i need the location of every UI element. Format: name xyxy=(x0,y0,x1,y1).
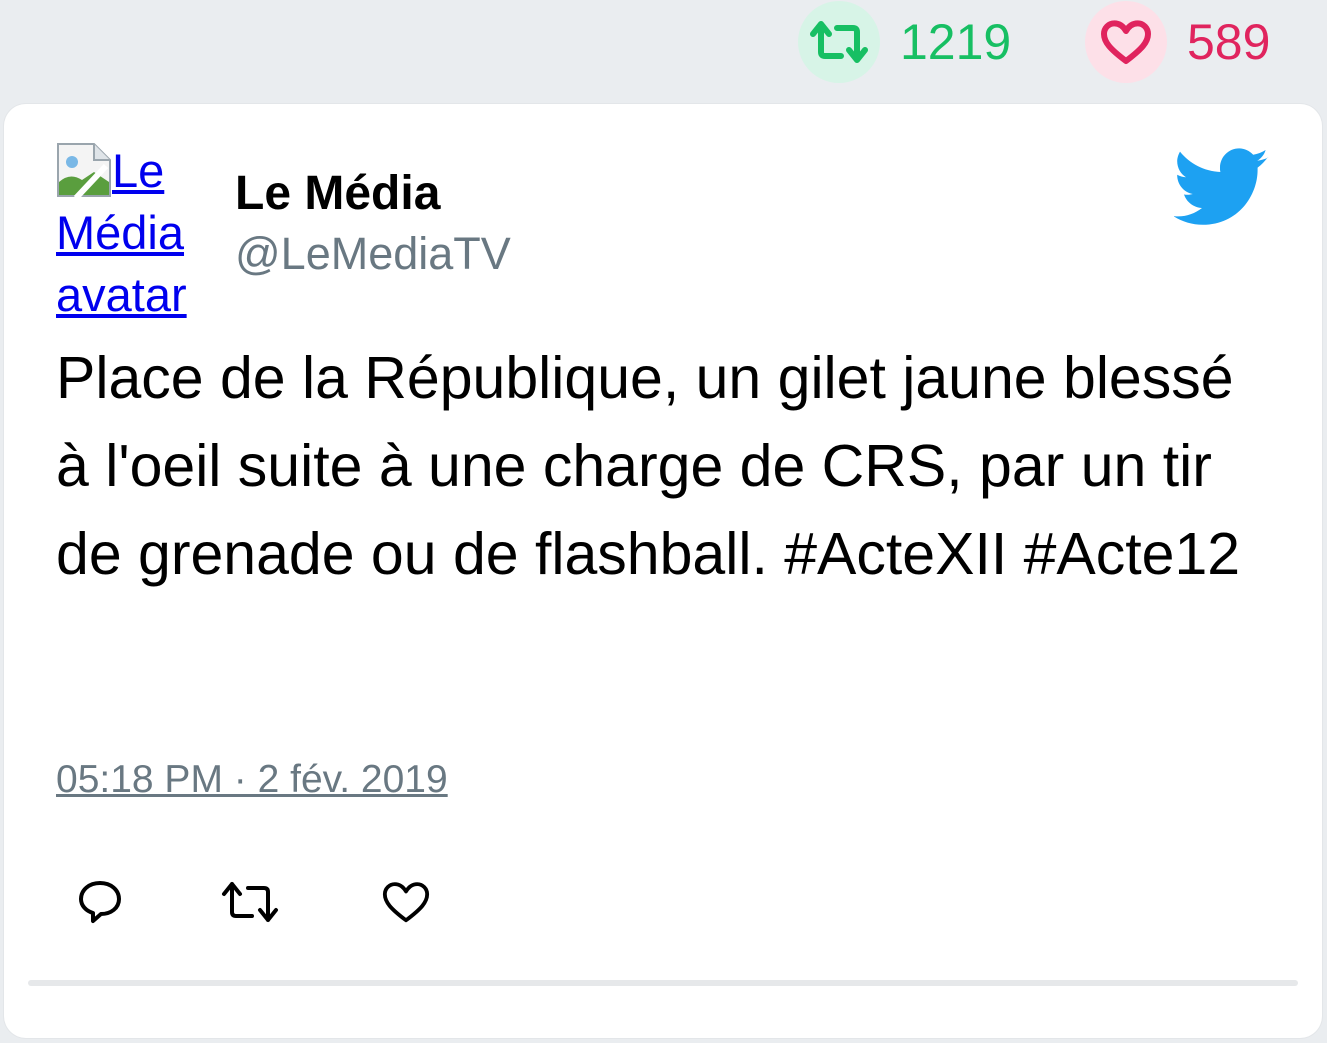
tweet-timestamp[interactable]: 05:18 PM · 2 fév. 2019 xyxy=(56,756,448,804)
broken-image-icon xyxy=(56,142,112,201)
tweet-card: Le Média avatar Le Média @LeMediaTV Plac… xyxy=(4,104,1322,1038)
divider xyxy=(28,980,1298,986)
avatar[interactable]: Le Média avatar xyxy=(56,140,216,321)
author-name[interactable]: Le Média xyxy=(235,166,440,222)
heart-icon[interactable] xyxy=(376,872,436,932)
like-count: 589 xyxy=(1187,14,1271,70)
retweet-icon[interactable] xyxy=(798,1,880,83)
retweet-count: 1219 xyxy=(900,14,1012,70)
tweet-text: Place de la République, un gilet jaune b… xyxy=(56,345,1241,587)
heart-icon[interactable] xyxy=(1085,1,1167,83)
like-stat[interactable]: 589 xyxy=(1085,0,1270,84)
author-handle[interactable]: @LeMediaTV xyxy=(235,228,511,280)
retweet-icon[interactable] xyxy=(220,872,280,932)
top-stats-bar: 1219 589 xyxy=(0,0,1327,90)
retweet-stat[interactable]: 1219 xyxy=(798,0,1011,84)
reply-icon[interactable] xyxy=(70,872,130,932)
twitter-bird-icon[interactable] xyxy=(1173,148,1270,228)
